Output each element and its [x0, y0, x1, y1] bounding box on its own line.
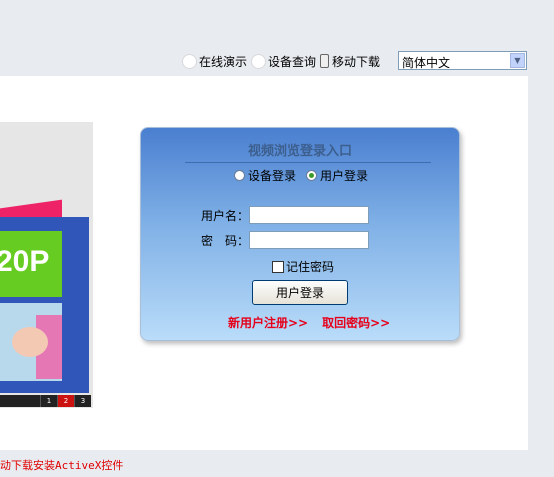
- login-title: 视频浏览登录入口: [247, 144, 352, 159]
- top-nav: 在线演示 设备查询 移动下载: [182, 52, 384, 70]
- mobile-download-label: 移动下载: [332, 54, 381, 69]
- password-input[interactable]: [249, 231, 369, 249]
- username-input[interactable]: [249, 206, 369, 224]
- device-query-link[interactable]: 设备查询: [251, 53, 316, 70]
- banner-headline: 20P: [0, 245, 50, 278]
- promo-banner[interactable]: 20P 1 2 3: [0, 122, 93, 408]
- title-divider: [185, 162, 431, 163]
- banner-page-3[interactable]: 3: [74, 395, 91, 407]
- banner-page-2[interactable]: 2: [57, 395, 74, 407]
- password-label: 密 码：: [200, 233, 249, 248]
- globe-icon: [182, 53, 197, 69]
- login-links: 新用户注册>> 取回密码>>: [228, 314, 404, 331]
- login-panel: 视频浏览登录入口 设备登录 用户登录 用户名： 密 码： 记住密码 用户登录 新…: [140, 127, 460, 341]
- language-select-value: 简体中文: [402, 56, 451, 70]
- mobile-download-link[interactable]: 移动下载: [320, 53, 380, 70]
- user-login-radio[interactable]: 用户登录: [306, 167, 368, 184]
- remember-label: 记住密码: [286, 260, 335, 274]
- device-query-label: 设备查询: [268, 54, 317, 69]
- search-icon: [251, 53, 267, 69]
- mobile-phone-icon: [320, 54, 330, 68]
- activex-download-note[interactable]: 动下载安装ActiveX控件: [0, 457, 123, 473]
- banner-headline-box: 20P: [0, 231, 62, 297]
- device-login-radio[interactable]: 设备登录: [234, 167, 296, 184]
- register-link[interactable]: 新用户注册>>: [228, 314, 308, 331]
- online-demo-link[interactable]: 在线演示: [182, 53, 247, 70]
- language-select[interactable]: 简体中文 ▼: [398, 51, 527, 70]
- user-login-label: 用户登录: [320, 169, 369, 183]
- radio-dot: [234, 170, 245, 181]
- username-row: 用户名：: [141, 206, 369, 224]
- device-login-label: 设备登录: [248, 169, 297, 183]
- chevron-down-icon[interactable]: ▼: [510, 53, 525, 68]
- banner-page-1[interactable]: 1: [40, 395, 57, 407]
- login-mode-group: 设备登录 用户登录: [234, 167, 378, 184]
- remember-password[interactable]: 记住密码: [272, 258, 334, 275]
- baby-photo: [0, 303, 62, 381]
- user-login-button[interactable]: 用户登录: [252, 280, 348, 305]
- radio-dot-selected: [306, 170, 318, 181]
- remember-checkbox[interactable]: [272, 260, 284, 273]
- password-row: 密 码：: [141, 231, 369, 249]
- recover-password-link[interactable]: 取回密码>>: [322, 314, 390, 331]
- username-label: 用户名：: [200, 208, 249, 223]
- baby-shape: [12, 327, 48, 357]
- banner-pager: 1 2 3: [0, 395, 91, 407]
- online-demo-label: 在线演示: [199, 54, 248, 69]
